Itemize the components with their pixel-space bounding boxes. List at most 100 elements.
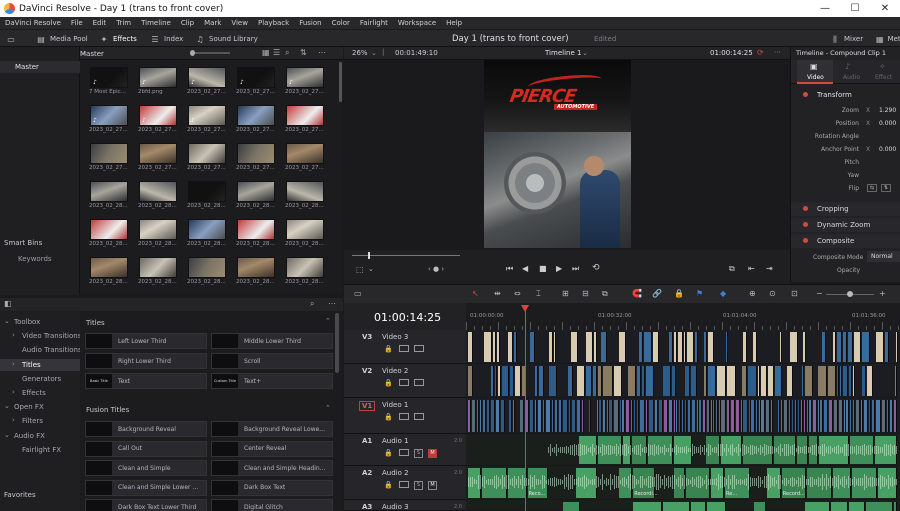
skip-to-end-icon[interactable]: ⏭	[572, 264, 579, 274]
menu-workspace[interactable]: Workspace	[393, 19, 441, 27]
menu-mark[interactable]: Mark	[199, 19, 226, 27]
effects-tree-item[interactable]: › Filters	[0, 415, 80, 427]
timeline-clip[interactable]	[603, 366, 613, 396]
timeline-clip[interactable]	[786, 366, 793, 396]
timeline-clip[interactable]	[553, 332, 557, 362]
effects-tree-item[interactable]: ⌄ Audio FX	[0, 430, 80, 442]
effects-tree-item[interactable]: Audio Transitions	[0, 344, 82, 356]
media-clip-thumbnail[interactable]	[188, 257, 226, 278]
metadata-button[interactable]: ▦Metadata	[876, 33, 900, 45]
timeline-clip[interactable]	[625, 400, 630, 432]
timeline-clip[interactable]	[490, 366, 495, 396]
timeline-clip[interactable]	[863, 400, 868, 432]
timeline-clip[interactable]	[838, 400, 844, 432]
media-clip-thumbnail[interactable]	[286, 143, 324, 164]
timeline-clip[interactable]	[630, 400, 633, 432]
effects-tree-item[interactable]: Generators	[0, 373, 80, 385]
timeline-clip[interactable]	[491, 400, 496, 432]
timeline-clip[interactable]	[788, 400, 792, 432]
more-options-icon[interactable]: ⋯	[774, 48, 781, 56]
timeline-clip[interactable]	[895, 366, 898, 396]
solo-button[interactable]: S	[414, 449, 423, 458]
disable-track-icon[interactable]	[414, 345, 424, 352]
timeline-clip[interactable]	[852, 366, 855, 396]
timeline-clip[interactable]	[779, 332, 782, 362]
stop-icon[interactable]: ■	[539, 264, 547, 273]
overwrite-clip-icon[interactable]: ⊟	[582, 289, 589, 298]
timeline-clip[interactable]	[593, 366, 598, 396]
timeline-clip[interactable]	[663, 366, 671, 396]
fusion-title-item[interactable]: Call Out	[85, 440, 207, 457]
media-clip-thumbnail[interactable]	[237, 181, 275, 202]
dynamic-trim-icon[interactable]: ⇔	[514, 289, 521, 298]
timeline-clip[interactable]	[823, 400, 829, 432]
timeline-clip[interactable]	[588, 400, 591, 432]
timeline-clip[interactable]	[794, 400, 797, 432]
timeline-clip[interactable]	[871, 400, 876, 432]
timeline-clip[interactable]	[707, 332, 714, 362]
flip-vertical-icon[interactable]: ⇅	[881, 184, 891, 192]
timeline-clip[interactable]	[684, 366, 690, 396]
media-clip-thumbnail[interactable]	[188, 181, 226, 202]
menu-help[interactable]: Help	[441, 19, 467, 27]
timeline-clip[interactable]	[743, 400, 748, 432]
media-clip-thumbnail[interactable]	[237, 143, 275, 164]
section-enable-dot[interactable]	[803, 92, 808, 97]
timeline-clip[interactable]	[805, 366, 813, 396]
timeline-clip[interactable]	[886, 400, 889, 432]
media-clip-thumbnail[interactable]: ♪	[139, 67, 177, 88]
snapping-icon[interactable]: 🧲	[632, 289, 642, 298]
timeline-clip[interactable]	[627, 366, 636, 396]
timeline-clip[interactable]	[766, 400, 771, 432]
timeline-clip[interactable]	[601, 332, 608, 362]
search-icon[interactable]: ⌕	[310, 299, 314, 309]
timeline-clip[interactable]	[663, 400, 669, 432]
timeline-clip[interactable]	[718, 400, 721, 432]
timeline-clip[interactable]	[530, 332, 535, 362]
composite-section[interactable]: Composite	[791, 234, 900, 248]
menu-trim[interactable]: Trim	[111, 19, 136, 27]
disable-track-icon[interactable]	[414, 379, 424, 386]
timeline-clip[interactable]	[636, 366, 641, 396]
timeline-clip[interactable]	[801, 366, 805, 396]
timeline-clip[interactable]	[813, 400, 817, 432]
timeline-clip[interactable]	[598, 366, 603, 396]
auto-track-select-icon[interactable]	[399, 481, 409, 488]
effects-tree-item[interactable]: › Titles	[0, 358, 80, 371]
timeline-clip[interactable]	[534, 366, 539, 396]
fusion-title-item[interactable]: Center Reveal	[211, 440, 333, 457]
timeline-clip[interactable]	[708, 366, 717, 396]
timeline-clip[interactable]	[640, 400, 646, 432]
timeline-clip[interactable]	[649, 400, 655, 432]
timeline-clip[interactable]	[784, 400, 788, 432]
timeline-clip[interactable]	[539, 366, 545, 396]
reverse-play-icon[interactable]: ◀	[522, 264, 528, 273]
timeline-clip[interactable]	[501, 400, 506, 432]
timeline-clip[interactable]	[549, 332, 553, 362]
timeline-clip[interactable]	[586, 332, 593, 362]
timeline-clip[interactable]	[668, 332, 673, 362]
timeline-name[interactable]: Timeline 1	[545, 49, 581, 57]
match-frame-icon[interactable]: ⧉	[729, 264, 735, 274]
timeline-clip[interactable]	[731, 400, 736, 432]
bin-master-row[interactable]: Master	[0, 61, 80, 73]
timeline-clip[interactable]	[804, 400, 807, 432]
timeline-clip[interactable]	[702, 400, 706, 432]
fusion-title-item[interactable]: Dark Box Text	[211, 479, 333, 496]
timeline-clip[interactable]	[609, 400, 614, 432]
media-clip-thumbnail[interactable]	[90, 143, 128, 164]
timeline-clip[interactable]	[736, 400, 741, 432]
disable-track-icon[interactable]	[414, 413, 424, 420]
close-button[interactable]: ✕	[870, 0, 900, 17]
effects-button[interactable]: ✦ Effects	[99, 33, 137, 45]
media-clip-thumbnail[interactable]	[237, 257, 275, 278]
timeline-clip[interactable]	[471, 400, 476, 432]
timeline-clip[interactable]	[817, 366, 827, 396]
timeline-clip[interactable]	[809, 400, 813, 432]
timeline-clip[interactable]	[598, 400, 603, 432]
timeline-clip[interactable]	[771, 400, 774, 432]
fusion-title-item[interactable]: Dark Box Text Lower Third	[85, 499, 207, 511]
timeline-clip[interactable]	[797, 400, 800, 432]
timeline-clip[interactable]	[683, 332, 687, 362]
skip-to-start-icon[interactable]: ⏮	[506, 264, 513, 274]
